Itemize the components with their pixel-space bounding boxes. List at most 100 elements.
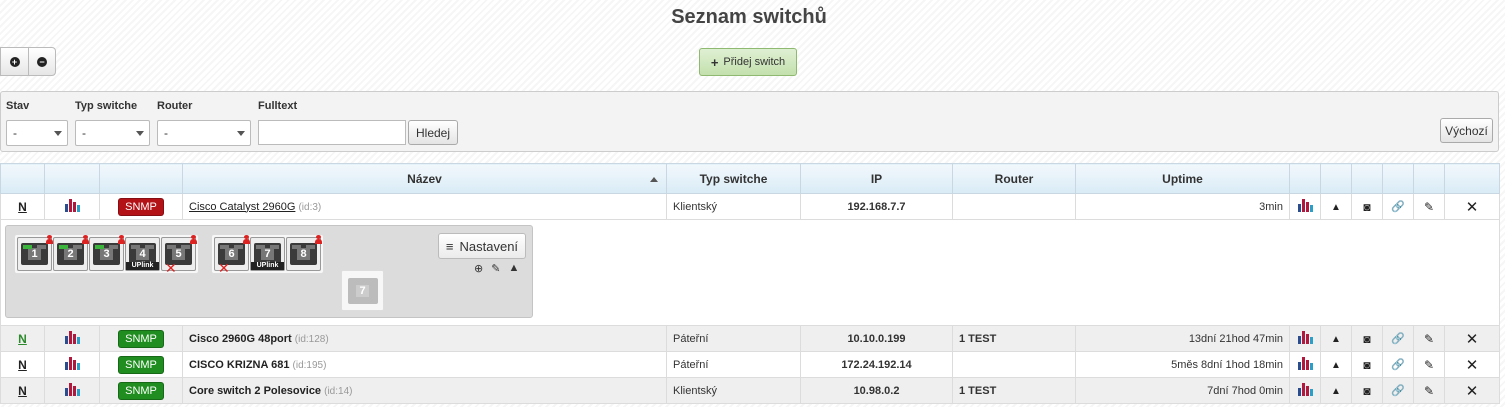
warning-icon[interactable]: ▲	[508, 262, 519, 275]
cell-name: Core switch 2 Polesovice (id:14)	[182, 377, 667, 404]
add-switch-button[interactable]: + Přidej switch	[699, 48, 797, 76]
fulltext-input[interactable]	[258, 120, 406, 145]
bar-chart-icon[interactable]	[1297, 382, 1313, 396]
cell-type: Páteřní	[666, 325, 801, 352]
bar-chart-icon[interactable]	[1297, 330, 1313, 344]
port-8[interactable]: 8	[286, 235, 322, 271]
table-row[interactable]: N SNMP Core switch 2 Polesovice (id:14) Kli…	[0, 377, 1500, 404]
cell-n: N	[0, 193, 45, 220]
port-7[interactable]: 7 UPlink	[250, 237, 285, 271]
page-title: Seznam switchů	[671, 6, 827, 28]
cell-ip: 10.98.0.2	[800, 377, 953, 404]
delete-icon[interactable]: ✕	[1466, 357, 1479, 374]
n-link[interactable]: N	[18, 200, 27, 214]
detail-icons: ⊕ ✎ ▲	[474, 262, 519, 275]
edit-icon[interactable]: ✎	[1424, 332, 1434, 346]
warning-icon[interactable]: ▲	[1331, 386, 1341, 397]
cell-uptime: 7dní 7hod 0min	[1075, 377, 1290, 404]
header-snmp	[99, 163, 183, 194]
camera-icon[interactable]: ◙	[1363, 384, 1370, 398]
user-icon	[118, 235, 125, 244]
bar-chart-icon[interactable]	[1297, 198, 1313, 212]
bar-chart-icon[interactable]	[64, 198, 80, 212]
edit-icon[interactable]: ✎	[1424, 358, 1434, 372]
cell-graph	[44, 193, 100, 220]
n-link[interactable]: N	[18, 384, 27, 398]
port-4[interactable]: 4 UPlink	[125, 237, 160, 271]
add-icon[interactable]: ⊕	[474, 262, 483, 275]
link-icon[interactable]: 🔗	[1391, 201, 1405, 213]
delete-icon[interactable]: ✕	[1466, 199, 1479, 216]
filter-router-select[interactable]: -	[157, 120, 251, 146]
cell-graph2	[1289, 325, 1321, 352]
cell-router	[952, 193, 1076, 220]
plus-circle-icon: +	[9, 56, 20, 67]
bar-chart-icon[interactable]	[64, 356, 80, 370]
header-router[interactable]: Router	[952, 163, 1076, 194]
delete-icon[interactable]: ✕	[1466, 331, 1479, 348]
expand-all-button[interactable]: +	[1, 48, 28, 75]
camera-icon[interactable]: ◙	[1363, 332, 1370, 346]
port-socket: 1	[21, 243, 48, 265]
filter-typ-select[interactable]: -	[75, 120, 150, 146]
header-uptime[interactable]: Uptime	[1075, 163, 1290, 194]
cell-camera: ◙	[1351, 377, 1383, 404]
switch-name[interactable]: Cisco Catalyst 2960G	[189, 201, 295, 213]
settings-button[interactable]: ≡ Nastavení	[438, 233, 526, 259]
camera-icon[interactable]: ◙	[1363, 358, 1370, 372]
switch-detail-panel: 1 2 3 4 UPlink 5 ✕ 6 ✕ 7 UPlink 8 7 ≡ Nastavení ⊕ ✎…	[5, 225, 533, 318]
header-a4	[1382, 163, 1414, 194]
port-2[interactable]: 2	[53, 235, 89, 271]
header-ip[interactable]: IP	[800, 163, 953, 194]
table-row[interactable]: N SNMP Cisco Catalyst 2960G (id:3) Klientsk…	[0, 193, 1500, 220]
port-3[interactable]: 3	[89, 235, 125, 271]
bar-chart-icon[interactable]	[64, 330, 80, 344]
cell-uptime: 5měs 8dní 1hod 18min	[1075, 351, 1290, 378]
switch-name[interactable]: CISCO KRIZNA 681	[189, 359, 289, 371]
header-a6	[1444, 163, 1500, 194]
camera-icon[interactable]: ◙	[1363, 200, 1370, 214]
n-link[interactable]: N	[18, 358, 27, 372]
header-type[interactable]: Typ switche	[666, 163, 801, 194]
cell-n: N	[0, 377, 45, 404]
port-empty[interactable]: 7	[341, 270, 384, 311]
switch-name[interactable]: Cisco 2960G 48port	[189, 333, 292, 345]
chevron-down-icon	[54, 131, 62, 136]
switch-name[interactable]: Core switch 2 Polesovice	[189, 385, 321, 397]
collapse-all-button[interactable]: −	[28, 48, 55, 75]
user-icon	[243, 235, 250, 244]
header-name[interactable]: Název	[182, 163, 667, 194]
port-number: 3	[100, 248, 113, 260]
reset-filters-button[interactable]: Výchozí	[1440, 118, 1493, 143]
cell-link: 🔗	[1382, 351, 1414, 378]
n-link[interactable]: N	[18, 332, 27, 346]
bar-chart-icon[interactable]	[64, 382, 80, 396]
filter-stav-select[interactable]: -	[6, 120, 68, 146]
warning-icon[interactable]: ▲	[1331, 334, 1341, 345]
table-row[interactable]: N SNMP CISCO KRIZNA 681 (id:195) Páteřní 172…	[0, 351, 1500, 378]
bar-chart-icon[interactable]	[1297, 356, 1313, 370]
port-1[interactable]: 1	[17, 235, 53, 271]
cell-edit: ✎	[1413, 377, 1445, 404]
port-led	[167, 245, 176, 249]
delete-icon[interactable]: ✕	[1466, 383, 1479, 400]
table-row[interactable]: N SNMP Cisco 2960G 48port (id:128) Páteřní 1…	[0, 325, 1500, 352]
edit-icon[interactable]: ✎	[1424, 384, 1434, 398]
port-6[interactable]: 6 ✕	[214, 235, 250, 275]
port-group-2: 6 ✕ 7 UPlink 8	[211, 234, 324, 275]
link-icon[interactable]: 🔗	[1391, 359, 1405, 371]
filter-stav-value: -	[13, 126, 17, 140]
filter-typ-value: -	[82, 126, 86, 140]
link-icon[interactable]: 🔗	[1391, 385, 1405, 397]
edit-icon[interactable]: ✎	[491, 262, 500, 275]
link-icon[interactable]: 🔗	[1391, 333, 1405, 345]
header-graph	[44, 163, 100, 194]
warning-icon[interactable]: ▲	[1331, 202, 1341, 213]
warning-icon[interactable]: ▲	[1331, 360, 1341, 371]
search-button[interactable]: Hledej	[408, 120, 458, 145]
port-5[interactable]: 5 ✕	[161, 235, 197, 275]
cell-router: 1 TEST	[952, 325, 1076, 352]
switch-id: (id:195)	[292, 359, 327, 371]
edit-icon[interactable]: ✎	[1424, 200, 1434, 214]
cell-snmp: SNMP	[99, 325, 183, 352]
